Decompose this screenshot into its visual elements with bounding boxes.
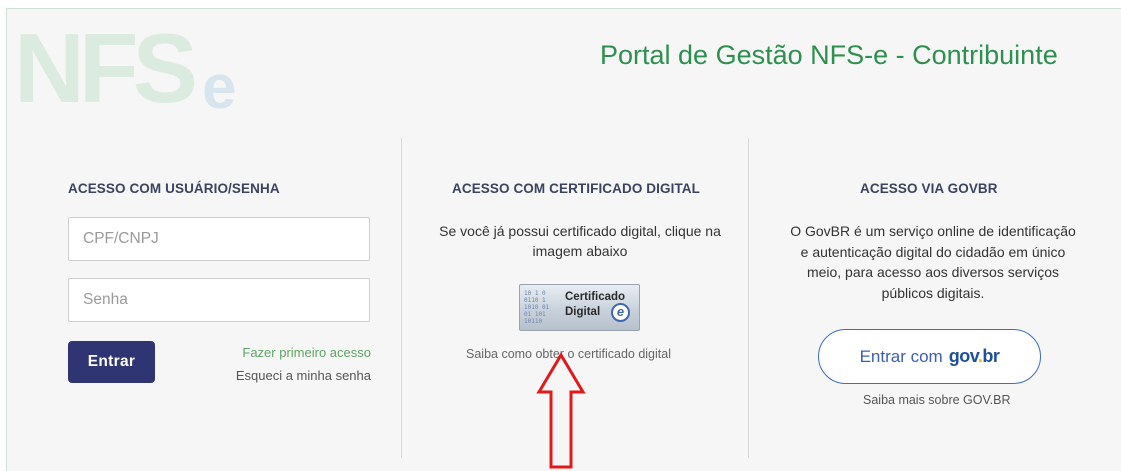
e-badge-icon: e — [611, 303, 630, 322]
svg-text:e: e — [202, 53, 236, 114]
password-input[interactable] — [68, 278, 370, 322]
govbr-description: O GovBR é um serviço online de identific… — [790, 223, 1076, 301]
govbr-section-title: ACESSO VIA GOVBR — [860, 181, 998, 196]
up-arrow-icon — [536, 352, 586, 469]
govbr-logo-icon: gov.br — [948, 346, 1000, 366]
forgot-password-link[interactable]: Esqueci a minha senha — [236, 368, 371, 383]
digital-certificate-button[interactable]: 10 1 0 0110 1 1010 01 01 101 10110 Certifica… — [519, 284, 640, 331]
binary-pattern-icon: 10 1 0 0110 1 1010 01 01 101 10110 — [524, 290, 550, 325]
login-section-title: ACESSO COM USUÁRIO/SENHA — [68, 181, 280, 196]
column-divider — [401, 138, 402, 458]
svg-text:NFS: NFS — [14, 14, 195, 114]
govbr-button-label: Entrar com — [859, 347, 943, 366]
cpf-cnpj-input[interactable] — [68, 217, 370, 261]
certificate-description: Se você já possui certificado digital, c… — [439, 223, 721, 259]
first-access-link[interactable]: Fazer primeiro acesso — [242, 345, 371, 360]
column-divider — [748, 138, 749, 458]
certificate-image-text: Digital — [565, 306, 601, 318]
login-submit-button[interactable]: Entrar — [68, 341, 155, 383]
nfse-logo: NFS e — [14, 14, 236, 114]
certificate-image-text: Certificado — [565, 291, 626, 303]
govbr-login-button[interactable]: Entrar com gov.br — [818, 329, 1041, 384]
govbr-more-info-link[interactable]: Saiba mais sobre GOV.BR — [863, 393, 1011, 407]
certificate-section-title: ACESSO COM CERTIFICADO DIGITAL — [452, 181, 700, 196]
portal-title: Portal de Gestão NFS-e - Contribuinte — [600, 40, 1058, 70]
